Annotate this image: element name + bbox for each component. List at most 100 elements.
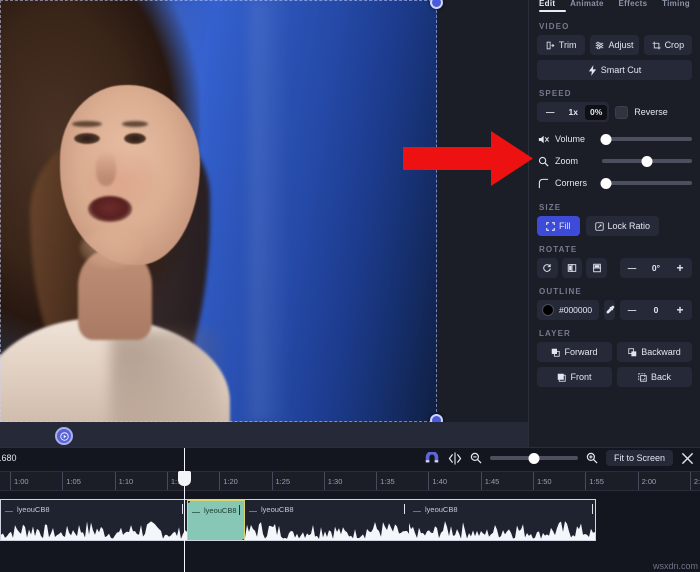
rotate-icon[interactable]	[537, 258, 558, 278]
forward-button[interactable]: Forward	[537, 342, 612, 362]
speed-decrease-button[interactable]: —	[539, 102, 562, 122]
ruler-tick: 1:30	[324, 472, 325, 491]
video-frame[interactable]	[0, 0, 437, 422]
flip-vertical-icon[interactable]	[586, 258, 607, 278]
clip-label: lyeouCB8	[17, 505, 50, 514]
fill-button[interactable]: Fill	[537, 216, 580, 236]
outline-width-stepper[interactable]: — 0 +	[620, 300, 692, 320]
zoom-slider-row: Zoom	[537, 150, 692, 172]
corners-slider-knob[interactable]	[600, 178, 611, 189]
zoom-slider-knob[interactable]	[642, 156, 653, 167]
timeline-zoom-slider[interactable]	[490, 456, 578, 460]
magnet-icon[interactable]	[424, 452, 440, 464]
lightning-icon	[588, 65, 597, 76]
backward-label: Backward	[641, 347, 681, 357]
subject-brow-left	[72, 121, 102, 127]
timeline-ruler[interactable]: 1:001:051:101:151:201:251:301:351:401:45…	[0, 471, 700, 491]
playhead[interactable]	[184, 448, 185, 572]
volume-label: Volume	[555, 134, 597, 144]
timecode-display: 6.680	[0, 453, 17, 463]
audio-clip-segment[interactable]: lyeouCB8	[1, 500, 187, 541]
adjust-button[interactable]: Adjust	[590, 35, 638, 55]
zoom-in-icon[interactable]	[586, 452, 598, 464]
tab-effects[interactable]: Effects	[619, 0, 648, 8]
crop-button[interactable]: Crop	[644, 35, 692, 55]
resize-handle-top[interactable]	[430, 0, 443, 9]
flip-horizontal-icon[interactable]	[562, 258, 583, 278]
tab-edit[interactable]: Edit	[539, 0, 555, 8]
ruler-tick-label: 1:30	[328, 477, 343, 486]
video-editor-window: Edit Animate Effects Timing VIDEO Trim A…	[0, 0, 700, 572]
lock-ratio-button[interactable]: Lock Ratio	[586, 216, 660, 236]
audio-clip-segment[interactable]: lyeouCB8	[409, 500, 596, 541]
ruler-tick: 1:10	[115, 472, 116, 491]
reverse-checkbox[interactable]	[615, 106, 628, 119]
corner-radius-icon[interactable]	[537, 178, 550, 189]
eyedropper-icon[interactable]	[604, 300, 615, 320]
ruler-tick: 1:40	[428, 472, 429, 491]
lock-ratio-icon	[595, 222, 604, 231]
video-preview-area[interactable]	[0, 0, 528, 447]
outline-color-button[interactable]: #000000	[537, 300, 599, 320]
subject-eye-left	[74, 133, 100, 144]
audio-clip-segment-selected[interactable]: lyeouCB8	[187, 500, 245, 541]
subject-brow-right	[122, 121, 148, 127]
play-circle-icon[interactable]	[55, 427, 73, 445]
section-label-rotate: ROTATE	[539, 245, 692, 254]
audio-clip-segment[interactable]: lyeouCB8	[245, 500, 409, 541]
rotate-decrease-button[interactable]: —	[620, 258, 644, 278]
outline-color-swatch[interactable]	[542, 304, 554, 316]
outline-width-value[interactable]: 0	[644, 300, 668, 320]
clip-selection-dot[interactable]	[187, 500, 190, 503]
rotate-increase-button[interactable]: +	[668, 258, 692, 278]
section-label-outline: OUTLINE	[539, 287, 692, 296]
zoom-label: Zoom	[555, 156, 597, 166]
split-clip-icon[interactable]	[448, 452, 462, 465]
magnifier-icon[interactable]	[537, 156, 550, 167]
back-button[interactable]: Back	[617, 367, 692, 387]
fit-to-screen-button[interactable]: Fit to Screen	[606, 450, 673, 466]
send-back-icon	[638, 373, 647, 382]
ruler-tick-label: 1:35	[380, 477, 395, 486]
trim-label: Trim	[559, 40, 577, 50]
corners-slider-row: Corners	[537, 172, 692, 194]
rotate-degrees-value[interactable]: 0°	[644, 258, 668, 278]
ruler-tick: 2:00	[638, 472, 639, 491]
playhead-handle[interactable]	[178, 471, 191, 486]
rotate-degree-stepper[interactable]: — 0° +	[620, 258, 692, 278]
subject-nose	[96, 152, 116, 186]
tab-animate[interactable]: Animate	[570, 0, 604, 8]
subject-chin	[80, 228, 144, 268]
zoom-out-icon[interactable]	[470, 452, 482, 464]
trim-icon	[546, 41, 555, 50]
volume-mute-icon[interactable]	[537, 134, 550, 145]
ruler-tick: 1:35	[376, 472, 377, 491]
tab-timing[interactable]: Timing	[662, 0, 690, 8]
adjust-icon	[595, 41, 604, 50]
back-label: Back	[651, 372, 671, 382]
timeline-track-area[interactable]: lyeouCB8lyeouCB8lyeouCB8lyeouCB8	[0, 491, 700, 572]
backward-button[interactable]: Backward	[617, 342, 692, 362]
corners-slider[interactable]	[602, 181, 692, 185]
forward-label: Forward	[564, 347, 597, 357]
subject-mouth	[88, 196, 132, 222]
trim-button[interactable]: Trim	[537, 35, 585, 55]
volume-slider[interactable]	[602, 137, 692, 141]
ruler-tick-label: 1:05	[66, 477, 81, 486]
ruler-tick: 1:55	[585, 472, 586, 491]
speed-rate-label[interactable]: 1x	[562, 102, 585, 122]
outline-increase-button[interactable]: +	[668, 300, 692, 320]
outline-decrease-button[interactable]: —	[620, 300, 644, 320]
smart-cut-button[interactable]: Smart Cut	[537, 60, 692, 80]
clip-edge-marker	[592, 504, 593, 514]
audio-waveform	[409, 519, 596, 541]
close-icon[interactable]	[681, 452, 694, 465]
volume-slider-knob[interactable]	[600, 134, 611, 145]
front-button[interactable]: Front	[537, 367, 612, 387]
adjust-label: Adjust	[608, 40, 633, 50]
speed-percent-value[interactable]: 0%	[585, 105, 607, 120]
zoom-slider[interactable]	[602, 159, 692, 163]
audio-clip-strip[interactable]: lyeouCB8lyeouCB8lyeouCB8lyeouCB8	[0, 499, 596, 541]
speed-stepper[interactable]: — 1x 0%	[537, 102, 609, 122]
timeline-zoom-knob[interactable]	[528, 453, 539, 464]
